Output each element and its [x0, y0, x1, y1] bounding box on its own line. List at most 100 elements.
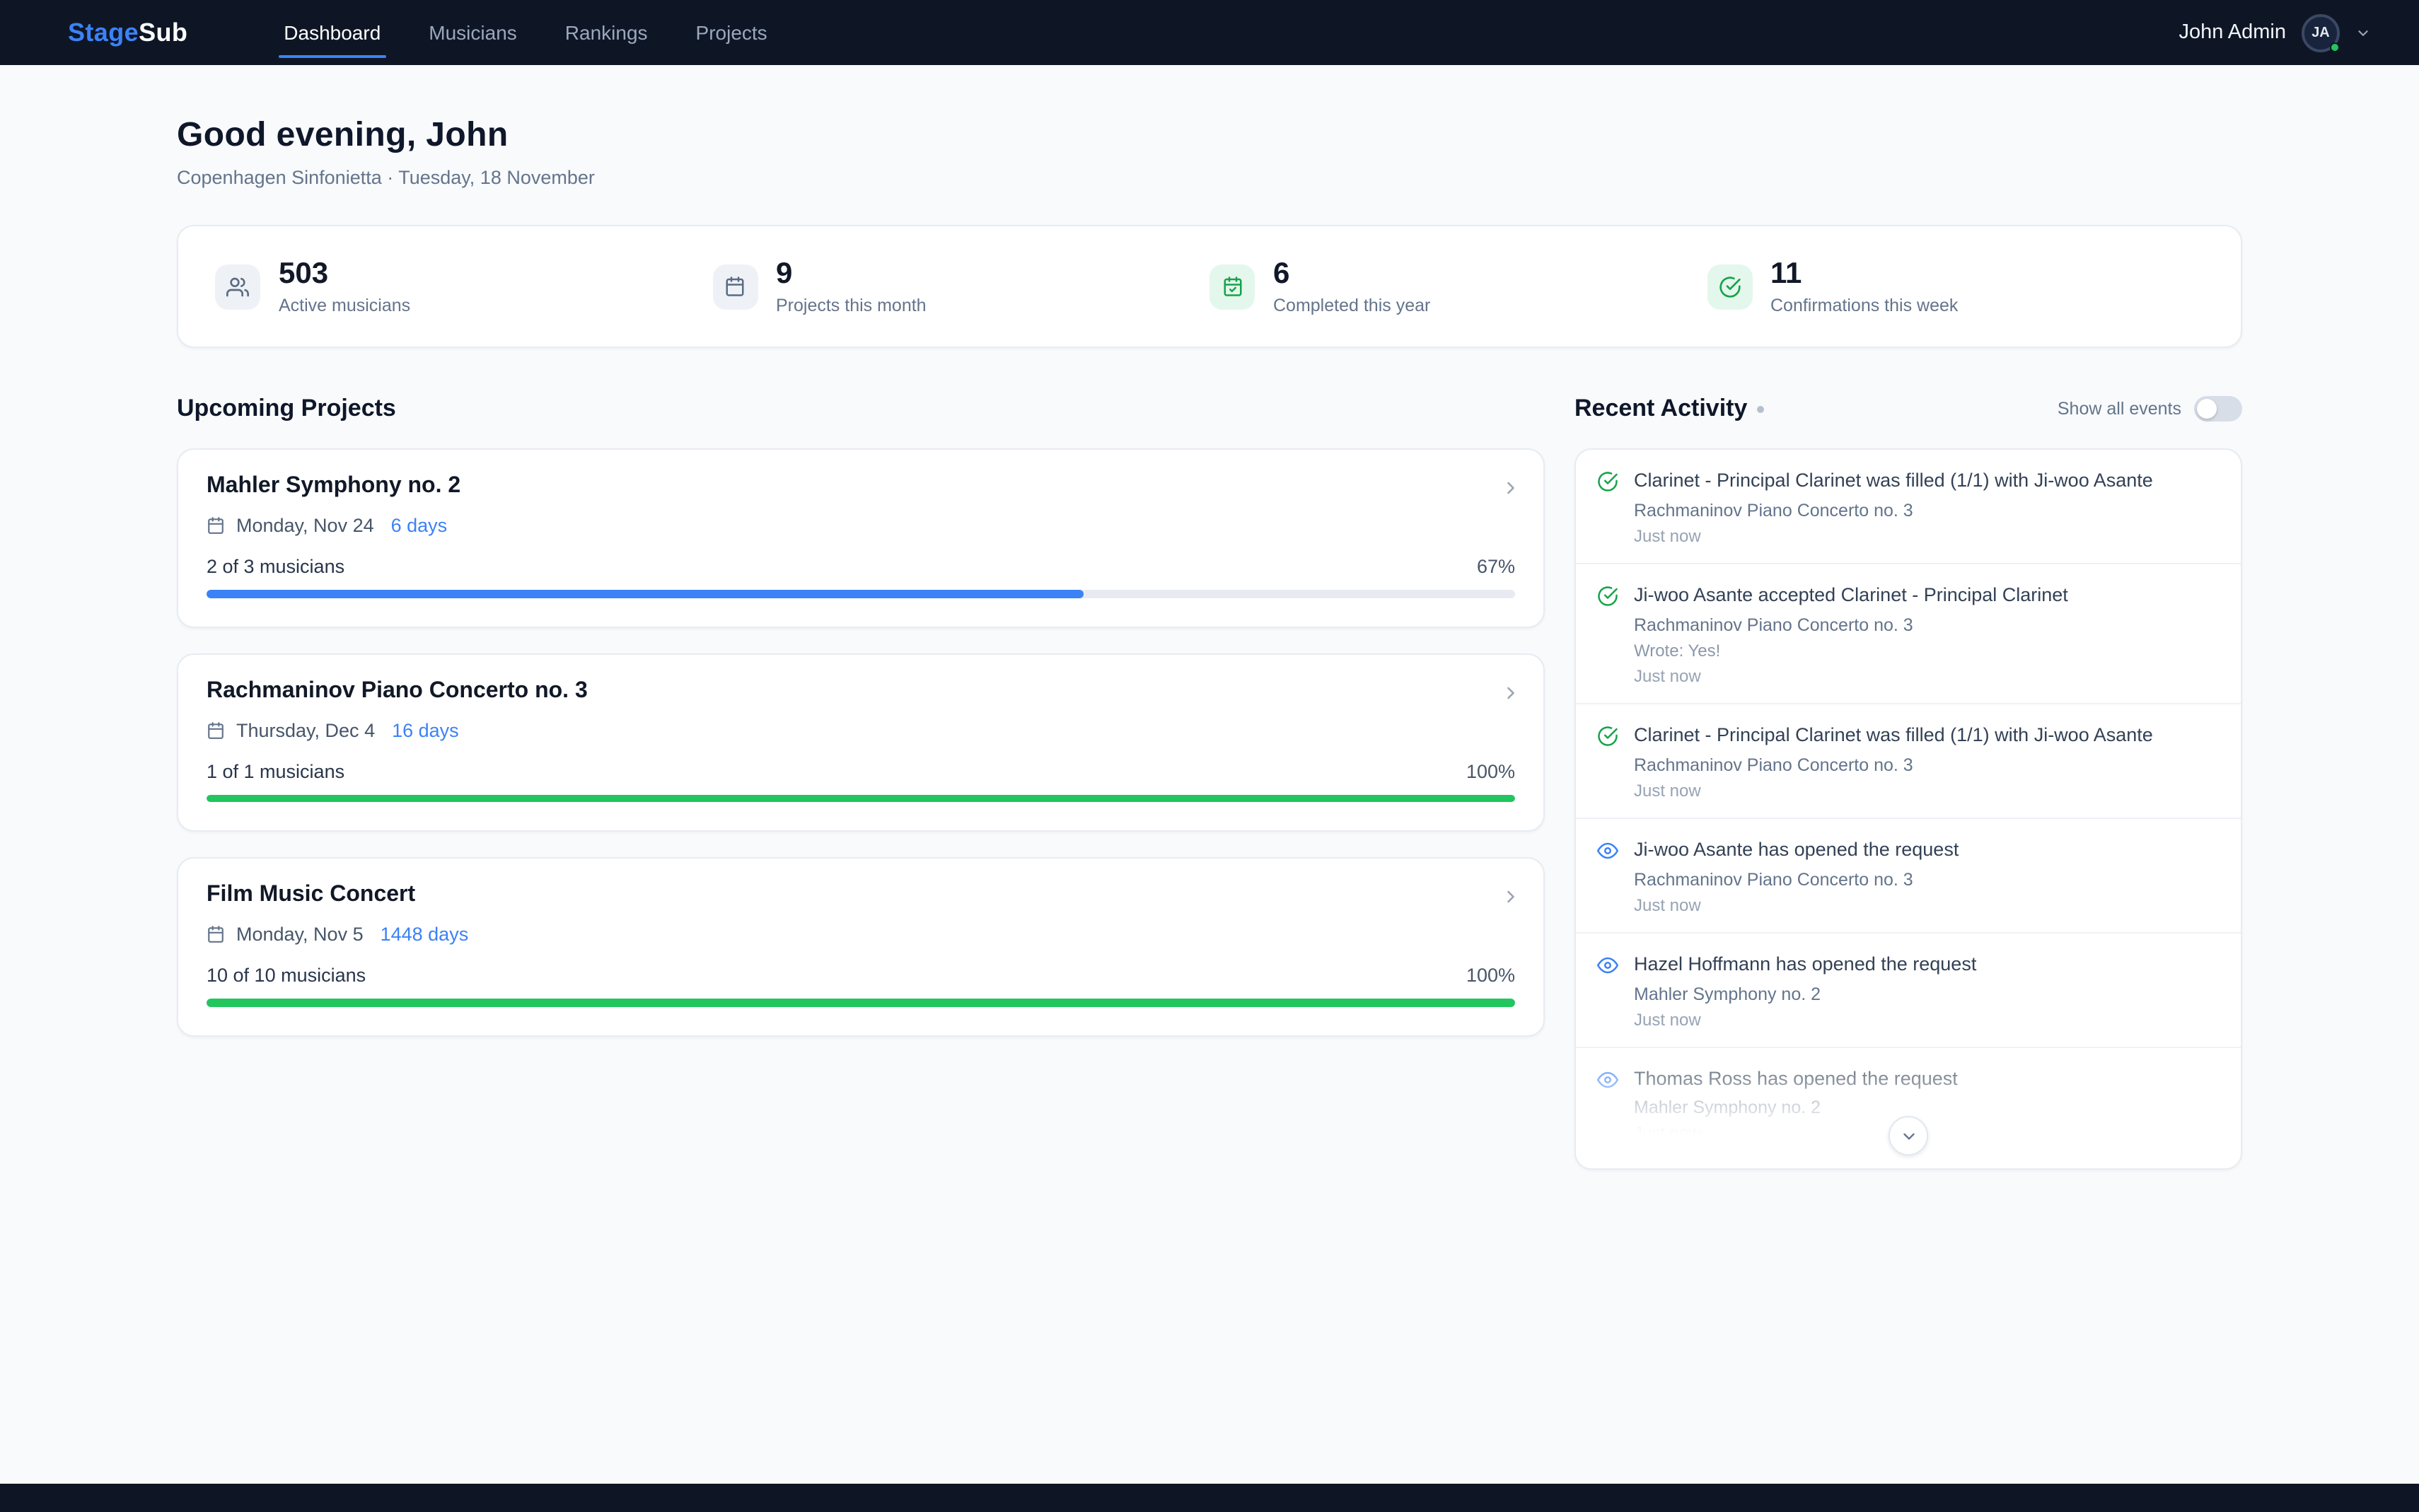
- chevron-right-icon[interactable]: [1501, 478, 1521, 498]
- stat-label: Projects this month: [776, 296, 927, 315]
- stat-projects-month: 9 Projects this month: [712, 257, 1210, 315]
- show-all-events-label: Show all events: [2058, 399, 2181, 419]
- progress-bar: [207, 794, 1515, 802]
- activity-time: Just now: [1634, 1009, 1976, 1029]
- nav-item-rankings[interactable]: Rankings: [562, 0, 651, 65]
- progress-bar: [207, 999, 1515, 1006]
- stat-value: 9: [776, 257, 927, 290]
- nav-item-musicians[interactable]: Musicians: [426, 0, 520, 65]
- activity-project: Rachmaninov Piano Concerto no. 3: [1634, 755, 2153, 775]
- progress-fill: [207, 590, 1084, 598]
- avatar[interactable]: JA: [2302, 13, 2340, 52]
- activity-project: Mahler Symphony no. 2: [1634, 984, 1976, 1004]
- page-title: Good evening, John: [177, 116, 2242, 156]
- expand-activity-button[interactable]: [1889, 1116, 1928, 1156]
- project-name: Film Music Concert: [207, 883, 1515, 908]
- brand-part-2: Sub: [139, 18, 187, 46]
- activity-item: Clarinet - Principal Clarinet was filled…: [1576, 450, 2241, 563]
- project-date: Thursday, Dec 4: [236, 719, 375, 740]
- activity-title-text: Hazel Hoffmann has opened the request: [1634, 951, 1976, 978]
- calendar-icon: [207, 925, 225, 943]
- musicians-count: 1 of 1 musicians: [207, 760, 344, 781]
- top-nav: StageSub Dashboard Musicians Rankings Pr…: [0, 0, 2419, 65]
- activity-title-text: Thomas Ross has opened the request: [1634, 1066, 1958, 1093]
- chevron-down-icon: [1899, 1127, 1918, 1145]
- chevron-right-icon[interactable]: [1501, 887, 1521, 907]
- calendar-icon: [207, 516, 225, 535]
- online-status-dot: [2330, 42, 2340, 52]
- calendar-icon: [207, 721, 225, 739]
- activity-time: Just now: [1634, 666, 2068, 686]
- brand-part-1: Stage: [68, 18, 139, 46]
- stat-value: 6: [1273, 257, 1430, 290]
- activity-title-text: Clarinet - Principal Clarinet was filled…: [1634, 723, 2153, 750]
- project-card[interactable]: Film Music Concert Monday, Nov 5 1448 da…: [177, 857, 1545, 1036]
- project-date: Monday, Nov 24: [236, 515, 374, 536]
- check-circle-icon: [1597, 726, 1618, 801]
- stat-label: Active musicians: [279, 296, 410, 315]
- project-date: Monday, Nov 5: [236, 924, 364, 945]
- chevron-right-icon[interactable]: [1501, 682, 1521, 702]
- recent-activity-section: Recent Activity Show all events: [1574, 393, 2242, 1170]
- recent-activity-title: Recent Activity: [1574, 395, 1764, 423]
- musicians-count: 2 of 3 musicians: [207, 556, 344, 577]
- stat-label: Confirmations this week: [1770, 296, 1958, 315]
- project-days-left: 16 days: [392, 719, 459, 740]
- progress-fill: [207, 794, 1515, 802]
- stat-value: 11: [1770, 257, 1958, 290]
- upcoming-projects-section: Upcoming Projects Mahler Symphony no. 2 …: [177, 393, 1545, 1062]
- activity-project: Mahler Symphony no. 2: [1634, 1098, 1958, 1118]
- project-card[interactable]: Mahler Symphony no. 2 Monday, Nov 24 6 d…: [177, 448, 1545, 627]
- eye-icon: [1597, 954, 1618, 1029]
- activity-time: Just now: [1634, 781, 2153, 801]
- activity-item: Hazel Hoffmann has opened the request Ma…: [1576, 931, 2241, 1046]
- activity-title-text: Ji-woo Asante has opened the request: [1634, 837, 1959, 864]
- project-days-left: 6 days: [391, 515, 448, 536]
- musicians-icon: [215, 264, 260, 309]
- activity-item: Clarinet - Principal Clarinet was filled…: [1576, 703, 2241, 818]
- stagesub-dashboard: StageSub Dashboard Musicians Rankings Pr…: [0, 0, 2419, 1512]
- stat-label: Completed this year: [1273, 296, 1430, 315]
- project-days-left: 1448 days: [381, 924, 469, 945]
- check-circle-icon: [1707, 264, 1752, 309]
- activity-title-text: Ji-woo Asante accepted Clarinet - Princi…: [1634, 583, 2068, 610]
- activity-project: Rachmaninov Piano Concerto no. 3: [1634, 869, 1959, 889]
- eye-icon: [1597, 1069, 1618, 1144]
- progress-percent: 67%: [1477, 556, 1515, 577]
- activity-time: Just now: [1634, 526, 2153, 546]
- activity-project: Rachmaninov Piano Concerto no. 3: [1634, 501, 2153, 521]
- live-indicator-dot: [1757, 405, 1764, 412]
- user-menu[interactable]: John Admin JA: [2179, 13, 2371, 52]
- stat-value: 503: [279, 257, 410, 290]
- avatar-initials: JA: [2311, 25, 2330, 40]
- check-circle-icon: [1597, 471, 1618, 546]
- nav-item-projects[interactable]: Projects: [693, 0, 770, 65]
- stat-completed-year: 6 Completed this year: [1210, 257, 1707, 315]
- activity-note: Wrote: Yes!: [1634, 641, 2068, 661]
- project-card[interactable]: Rachmaninov Piano Concerto no. 3 Thursda…: [177, 653, 1545, 832]
- chevron-down-icon[interactable]: [2355, 25, 2371, 40]
- progress-bar: [207, 590, 1515, 598]
- check-circle-icon: [1597, 586, 1618, 686]
- upcoming-projects-title: Upcoming Projects: [177, 395, 396, 423]
- activity-time: Just now: [1634, 895, 1959, 914]
- user-name: John Admin: [2179, 21, 2286, 44]
- show-all-events-toggle[interactable]: [2194, 396, 2242, 421]
- toggle-knob: [2197, 399, 2217, 419]
- activity-item: Ji-woo Asante accepted Clarinet - Princi…: [1576, 563, 2241, 703]
- activity-item-partial: [1576, 1161, 2241, 1170]
- stat-active-musicians: 503 Active musicians: [215, 257, 712, 315]
- bottom-bar: [0, 1484, 2419, 1512]
- stat-confirmations-week: 11 Confirmations this week: [1707, 257, 2204, 315]
- progress-fill: [207, 999, 1515, 1006]
- page-subtitle: Copenhagen Sinfonietta · Tuesday, 18 Nov…: [177, 167, 2242, 188]
- musicians-count: 10 of 10 musicians: [207, 965, 366, 986]
- progress-percent: 100%: [1466, 760, 1515, 781]
- project-name: Rachmaninov Piano Concerto no. 3: [207, 678, 1515, 704]
- brand-logo[interactable]: StageSub: [68, 18, 187, 47]
- activity-feed: Clarinet - Principal Clarinet was filled…: [1574, 448, 2242, 1170]
- activity-project: Rachmaninov Piano Concerto no. 3: [1634, 615, 2068, 635]
- nav-item-dashboard[interactable]: Dashboard: [281, 0, 383, 65]
- main-content: Good evening, John Copenhagen Sinfoniett…: [177, 65, 2242, 1170]
- activity-item: Ji-woo Asante has opened the request Rac…: [1576, 818, 2241, 932]
